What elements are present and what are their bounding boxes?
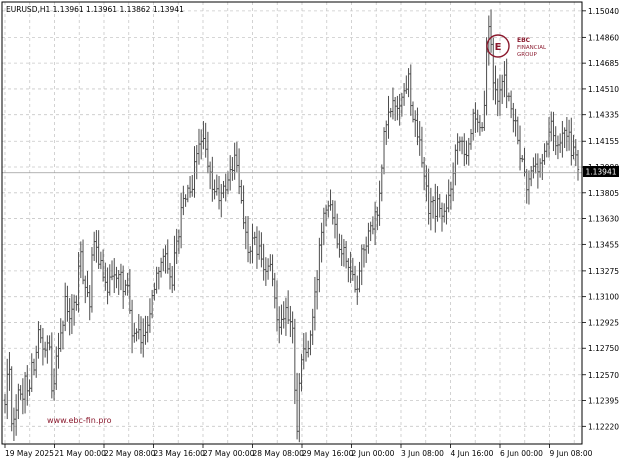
y-tick-label: 1.12925 — [588, 318, 619, 327]
y-tick-label: 1.13805 — [588, 189, 619, 198]
x-tick-label: 3 Jun 08:00 — [401, 449, 444, 458]
y-tick-label: 1.12570 — [588, 371, 619, 380]
x-tick-label: 22 May 08:00 — [104, 449, 156, 458]
y-tick-label: 1.15040 — [588, 7, 619, 16]
y-tick-label: 1.12395 — [588, 397, 619, 406]
x-tick-label: 27 May 00:00 — [203, 449, 255, 458]
y-tick-label: 1.14335 — [588, 111, 619, 120]
x-tick-label: 29 May 16:00 — [302, 449, 354, 458]
y-tick-label: 1.14155 — [588, 137, 619, 146]
y-tick-label: 1.14510 — [588, 85, 619, 94]
chart-svg: 1.15040 1.14860 1.14685 1.14510 1.14335 1.141… — [0, 0, 625, 465]
y-tick-label: 1.12750 — [588, 344, 619, 353]
symbol-header: EURUSD,H1 1.13961 1.13961 1.13862 1.1394… — [6, 5, 184, 14]
y-tick-label: 1.13100 — [588, 293, 619, 302]
x-tick-label: 2 Jun 00:00 — [352, 449, 395, 458]
x-tick-label: 28 May 08:00 — [253, 449, 305, 458]
y-tick-label: 1.14860 — [588, 33, 619, 42]
x-tick-label: 23 May 16:00 — [154, 449, 206, 458]
x-tick-label: 6 Jun 00:00 — [500, 449, 543, 458]
y-tick-label: 1.13455 — [588, 240, 619, 249]
y-tick-label: 1.13630 — [588, 215, 619, 224]
brand-line2: GROUP — [517, 52, 537, 58]
x-tick-label: 9 Jun 08:00 — [550, 449, 593, 458]
brand-line1: FINANCIAL — [517, 45, 547, 51]
price-chart[interactable]: 1.15040 1.14860 1.14685 1.14510 1.14335 1.141… — [0, 0, 625, 465]
x-tick-label: 21 May 00:00 — [55, 449, 107, 458]
brand-letters: EBC — [517, 37, 531, 44]
y-tick-label: 1.13275 — [588, 267, 619, 276]
price-tag: 1.13941 — [583, 166, 619, 177]
x-tick-label: 19 May 2025 — [5, 449, 54, 458]
watermark-url: www.ebc-fin.pro — [47, 416, 112, 425]
y-tick-label: 1.12220 — [588, 422, 619, 431]
price-tag-text: 1.13941 — [585, 168, 616, 177]
brand-logo-mark: E — [495, 42, 502, 53]
y-tick-label: 1.14685 — [588, 59, 619, 68]
x-tick-label: 4 Jun 16:00 — [451, 449, 494, 458]
